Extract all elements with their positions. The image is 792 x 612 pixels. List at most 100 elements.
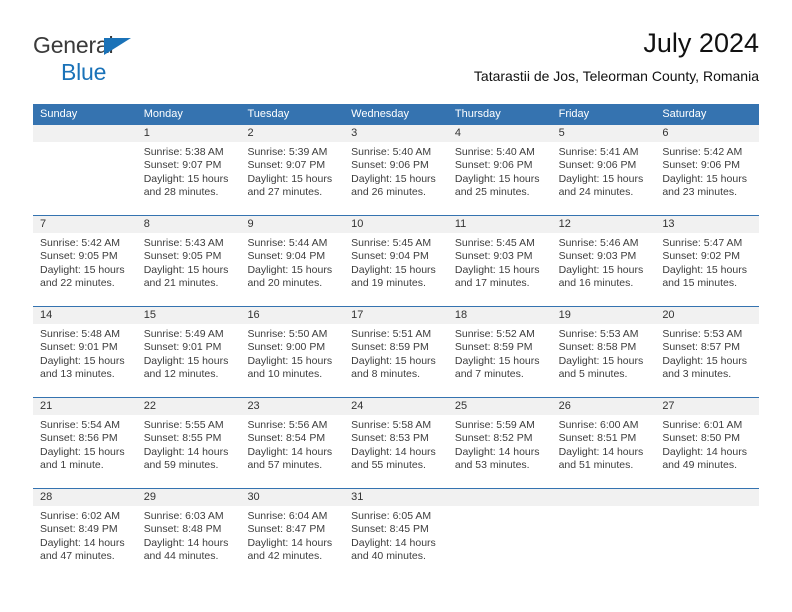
general-blue-logo[interactable]: General Blue xyxy=(33,34,233,86)
calendar-page: General Blue July 2024 Tatarastii de Jos… xyxy=(0,0,792,612)
day-details: Sunrise: 5:48 AM Sunset: 9:01 PM Daylight:… xyxy=(33,324,137,382)
day-details: Sunrise: 5:50 AM Sunset: 9:00 PM Daylight:… xyxy=(240,324,344,382)
calendar-day-cell[interactable]: 22 Sunrise: 5:55 AM Sunset: 8:55 PM Dayligh… xyxy=(136,398,241,488)
daylight-text-line1: Daylight: 15 hours xyxy=(351,354,436,367)
day-details: Sunrise: 5:47 AM Sunset: 9:02 PM Daylight:… xyxy=(655,233,759,291)
sunrise-text: Sunrise: 5:40 AM xyxy=(454,146,535,158)
calendar-day-cell[interactable]: 10 Sunrise: 5:45 AM Sunset: 9:04 PM Dayligh… xyxy=(344,216,448,306)
day-details xyxy=(552,506,656,510)
daylight-text-line2: and 15 minutes. xyxy=(662,277,738,290)
sunset-text: Sunset: 8:54 PM xyxy=(247,432,326,445)
logo-text-general: General xyxy=(33,34,233,60)
day-number xyxy=(447,489,552,506)
weekday-header-monday: Monday xyxy=(143,108,183,120)
calendar-day-cell[interactable]: 16 Sunrise: 5:50 AM Sunset: 9:00 PM Dayligh… xyxy=(240,307,345,397)
day-number: 20 xyxy=(655,307,760,324)
sunrise-text: Sunrise: 5:38 AM xyxy=(143,146,224,158)
sunrise-text: Sunrise: 5:56 AM xyxy=(247,419,328,431)
sunrise-text: Sunrise: 5:51 AM xyxy=(351,328,432,340)
calendar-day-cell[interactable]: 6 Sunrise: 5:42 AM Sunset: 9:06 PM Daylight… xyxy=(655,125,760,215)
sunrise-text: Sunrise: 5:41 AM xyxy=(558,146,639,158)
sunrise-text: Sunrise: 5:47 AM xyxy=(662,237,743,249)
daylight-text-line2: and 3 minutes. xyxy=(662,368,732,381)
sunrise-text: Sunrise: 5:58 AM xyxy=(351,419,432,431)
sunrise-text: Sunrise: 5:48 AM xyxy=(40,328,120,340)
calendar-day-cell[interactable]: 1 Sunrise: 5:38 AM Sunset: 9:07 PM Daylight… xyxy=(136,125,241,215)
sunrise-text: Sunrise: 5:50 AM xyxy=(247,328,328,340)
day-number: 8 xyxy=(136,216,241,233)
daylight-text-line1: Daylight: 15 hours xyxy=(143,263,229,276)
calendar-day-cell[interactable]: 7 Sunrise: 5:42 AM Sunset: 9:05 PM Daylight… xyxy=(33,216,137,306)
daylight-text-line1: Daylight: 15 hours xyxy=(247,263,333,276)
day-number: 4 xyxy=(447,125,552,142)
calendar-day-cell[interactable]: 23 Sunrise: 5:56 AM Sunset: 8:54 PM Dayligh… xyxy=(240,398,345,488)
calendar-day-cell[interactable]: 13 Sunrise: 5:47 AM Sunset: 9:02 PM Dayligh… xyxy=(655,216,760,306)
daylight-text-line1: Daylight: 15 hours xyxy=(40,263,125,276)
calendar-day-cell[interactable]: 26 Sunrise: 6:00 AM Sunset: 8:51 PM Dayligh… xyxy=(551,398,656,488)
calendar-day-cell[interactable]: 9 Sunrise: 5:44 AM Sunset: 9:04 PM Daylight… xyxy=(240,216,345,306)
sunset-text: Sunset: 8:53 PM xyxy=(351,432,429,445)
sunrise-text: Sunrise: 6:03 AM xyxy=(143,510,224,522)
calendar-day-cell[interactable]: 3 Sunrise: 5:40 AM Sunset: 9:06 PM Daylight… xyxy=(344,125,448,215)
calendar-day-cell[interactable]: 14 Sunrise: 5:48 AM Sunset: 9:01 PM Dayligh… xyxy=(33,307,137,397)
sunset-text: Sunset: 8:58 PM xyxy=(558,341,637,354)
calendar-day-cell[interactable]: 20 Sunrise: 5:53 AM Sunset: 8:57 PM Dayligh… xyxy=(655,307,760,397)
day-details: Sunrise: 5:41 AM Sunset: 9:06 PM Daylight:… xyxy=(552,142,656,200)
day-details: Sunrise: 5:40 AM Sunset: 9:06 PM Daylight:… xyxy=(448,142,552,200)
daylight-text-line1: Daylight: 15 hours xyxy=(454,172,540,185)
daylight-text-line2: and 57 minutes. xyxy=(247,459,323,472)
day-details: Sunrise: 5:58 AM Sunset: 8:53 PM Daylight:… xyxy=(344,415,448,473)
daylight-text-line1: Daylight: 15 hours xyxy=(247,354,333,367)
sunrise-text: Sunrise: 6:01 AM xyxy=(662,419,743,431)
sunrise-text: Sunrise: 5:53 AM xyxy=(558,328,639,340)
calendar-day-cell[interactable]: 30 Sunrise: 6:04 AM Sunset: 8:47 PM Dayligh… xyxy=(240,489,345,579)
weekday-header-row: Sunday Monday Tuesday Wednesday Thursday… xyxy=(33,104,759,125)
calendar-day-cell[interactable]: 29 Sunrise: 6:03 AM Sunset: 8:48 PM Dayligh… xyxy=(136,489,241,579)
daylight-text-line1: Daylight: 15 hours xyxy=(662,263,747,276)
calendar-day-cell[interactable]: 21 Sunrise: 5:54 AM Sunset: 8:56 PM Dayligh… xyxy=(33,398,137,488)
sunrise-text: Sunrise: 5:43 AM xyxy=(143,237,224,249)
day-number: 7 xyxy=(33,216,137,233)
daylight-text-line2: and 25 minutes. xyxy=(454,186,530,199)
calendar-day-cell[interactable]: 17 Sunrise: 5:51 AM Sunset: 8:59 PM Dayligh… xyxy=(344,307,448,397)
day-number: 22 xyxy=(136,398,241,415)
calendar-day-cell[interactable]: 19 Sunrise: 5:53 AM Sunset: 8:58 PM Dayligh… xyxy=(551,307,656,397)
day-number: 9 xyxy=(240,216,345,233)
daylight-text-line1: Daylight: 14 hours xyxy=(40,536,125,549)
day-details: Sunrise: 5:38 AM Sunset: 9:07 PM Daylight:… xyxy=(137,142,241,200)
calendar-day-cell[interactable]: 15 Sunrise: 5:49 AM Sunset: 9:01 PM Dayligh… xyxy=(136,307,241,397)
sunset-text: Sunset: 9:06 PM xyxy=(351,159,429,172)
sunrise-text: Sunrise: 5:42 AM xyxy=(40,237,120,249)
day-number: 13 xyxy=(655,216,760,233)
day-details: Sunrise: 6:02 AM Sunset: 8:49 PM Daylight:… xyxy=(33,506,137,564)
day-details: Sunrise: 5:44 AM Sunset: 9:04 PM Daylight:… xyxy=(240,233,344,291)
calendar-day-cell[interactable]: 11 Sunrise: 5:45 AM Sunset: 9:03 PM Dayligh… xyxy=(447,216,552,306)
calendar-day-cell[interactable]: 24 Sunrise: 5:58 AM Sunset: 8:53 PM Dayligh… xyxy=(344,398,448,488)
day-number: 15 xyxy=(136,307,241,324)
calendar-day-cell[interactable]: 28 Sunrise: 6:02 AM Sunset: 8:49 PM Dayligh… xyxy=(33,489,137,579)
calendar-day-cell[interactable]: 12 Sunrise: 5:46 AM Sunset: 9:03 PM Dayligh… xyxy=(551,216,656,306)
sunset-text: Sunset: 9:07 PM xyxy=(247,159,326,172)
calendar-day-cell[interactable]: 5 Sunrise: 5:41 AM Sunset: 9:06 PM Daylight… xyxy=(551,125,656,215)
sunrise-text: Sunrise: 5:44 AM xyxy=(247,237,328,249)
calendar-day-cell[interactable]: 18 Sunrise: 5:52 AM Sunset: 8:59 PM Dayligh… xyxy=(447,307,552,397)
calendar-day-cell[interactable]: 2 Sunrise: 5:39 AM Sunset: 9:07 PM Daylight… xyxy=(240,125,345,215)
day-number: 19 xyxy=(551,307,656,324)
day-details: Sunrise: 5:39 AM Sunset: 9:07 PM Daylight:… xyxy=(240,142,344,200)
sunset-text: Sunset: 9:04 PM xyxy=(351,250,429,263)
sunrise-text: Sunrise: 6:04 AM xyxy=(247,510,328,522)
day-number: 2 xyxy=(240,125,345,142)
calendar-day-cell[interactable]: 8 Sunrise: 5:43 AM Sunset: 9:05 PM Daylight… xyxy=(136,216,241,306)
calendar-day-cell[interactable]: 25 Sunrise: 5:59 AM Sunset: 8:52 PM Dayligh… xyxy=(447,398,552,488)
calendar-day-cell[interactable]: 4 Sunrise: 5:40 AM Sunset: 9:06 PM Daylight… xyxy=(447,125,552,215)
day-details: Sunrise: 5:43 AM Sunset: 9:05 PM Daylight:… xyxy=(137,233,241,291)
day-number xyxy=(655,489,760,506)
calendar-day-cell[interactable]: 27 Sunrise: 6:01 AM Sunset: 8:50 PM Dayligh… xyxy=(655,398,760,488)
calendar-day-cell[interactable]: 31 Sunrise: 6:05 AM Sunset: 8:45 PM Dayligh… xyxy=(344,489,448,579)
daylight-text-line2: and 24 minutes. xyxy=(558,186,634,199)
day-details: Sunrise: 6:04 AM Sunset: 8:47 PM Daylight:… xyxy=(240,506,344,564)
title-block: July 2024 Tatarastii de Jos, Teleorman C… xyxy=(474,26,759,86)
sunset-text: Sunset: 8:47 PM xyxy=(247,523,326,536)
sunrise-text: Sunrise: 5:39 AM xyxy=(247,146,328,158)
day-details xyxy=(448,506,552,510)
